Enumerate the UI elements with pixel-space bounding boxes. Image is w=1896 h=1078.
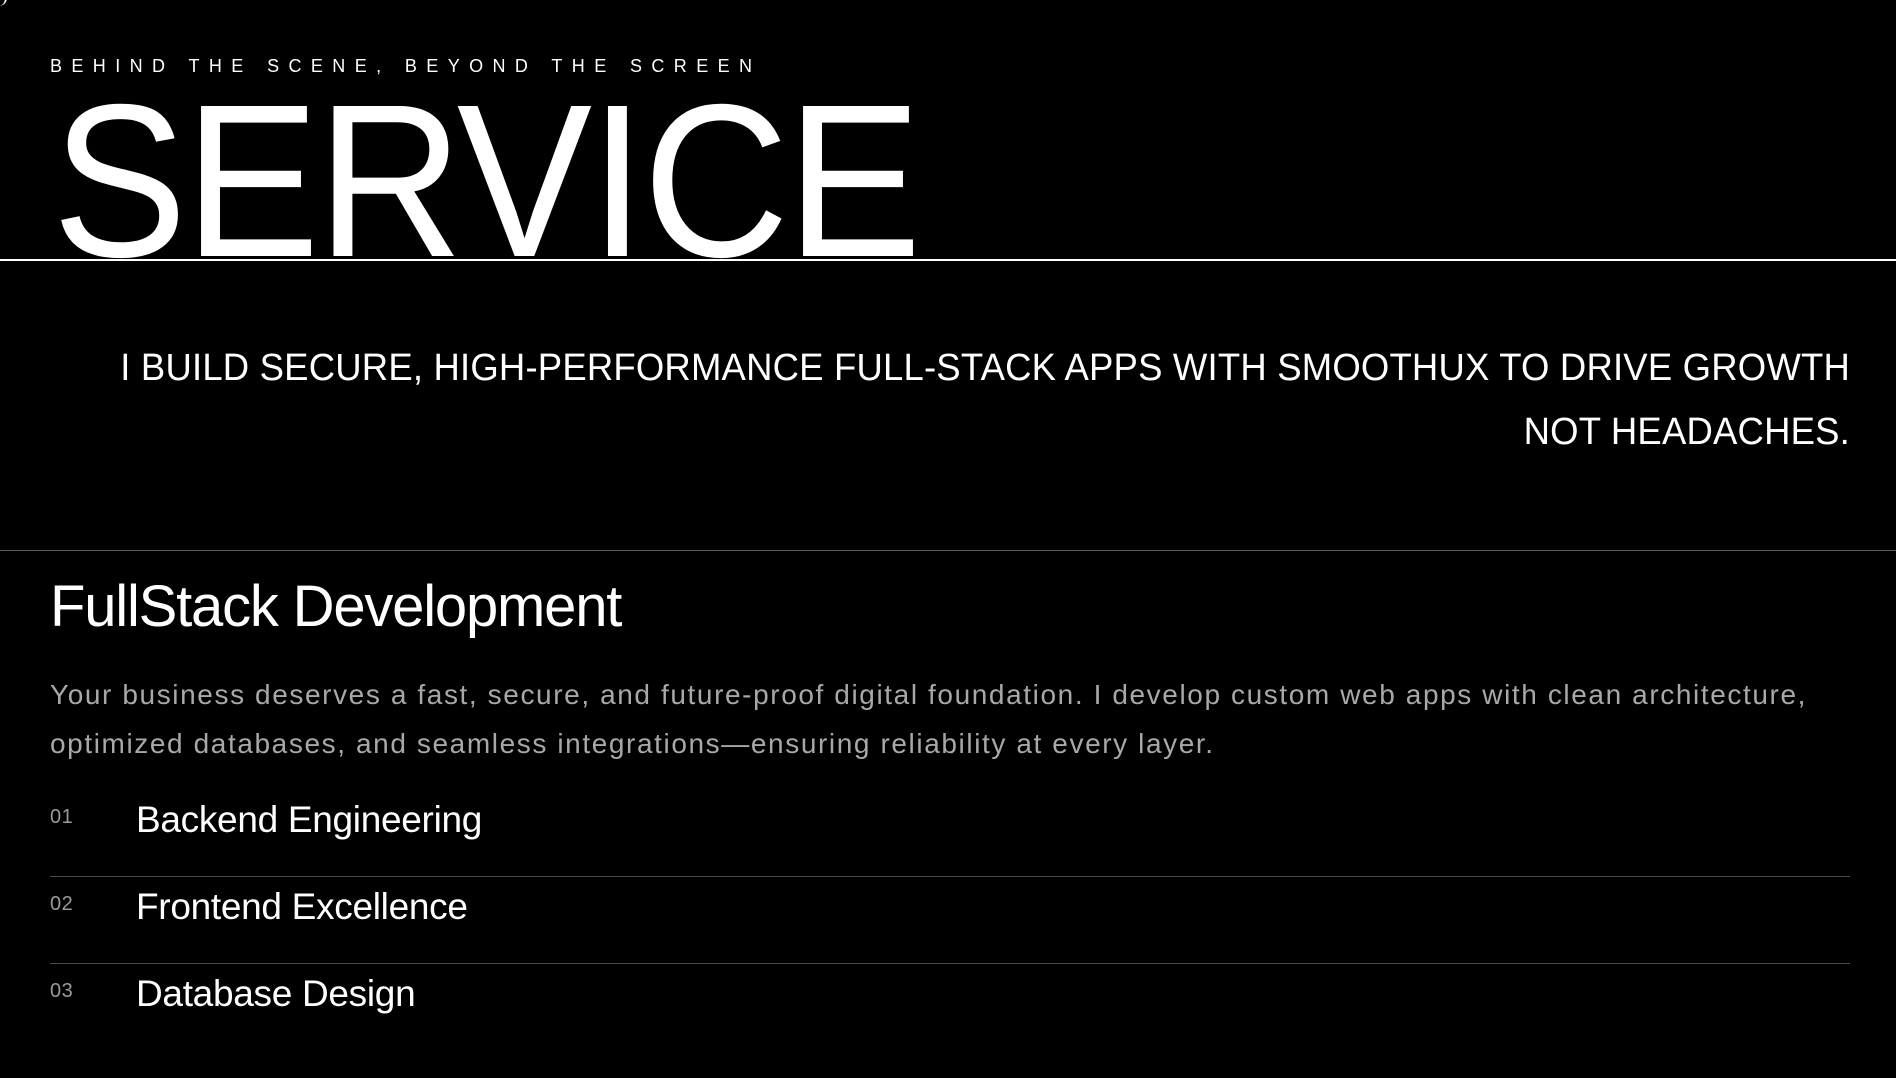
- section-divider: [0, 550, 1896, 551]
- service-description: Your business deserves a fast, secure, a…: [50, 679, 1808, 759]
- hero-title-container: SERVICE: [0, 70, 1896, 261]
- corner-arc-decoration: [0, 0, 7, 6]
- service-item-label: Backend Engineering: [136, 799, 483, 840]
- service-item-number: 01: [50, 806, 74, 828]
- service-list: 01 Backend Engineering 02 Frontend Excel…: [50, 790, 1850, 1050]
- service-item-database[interactable]: 03 Database Design: [50, 964, 1850, 1050]
- hero-divider: [0, 259, 1896, 261]
- service-item-label: Database Design: [136, 973, 416, 1014]
- tagline: I BUILD SECURE, HIGH-PERFORMANCE FULL-ST…: [120, 347, 1850, 453]
- service-item-label: Frontend Excellence: [136, 886, 468, 927]
- page-title: SERVICE: [52, 70, 922, 261]
- service-title: FullStack Development: [50, 574, 622, 639]
- service-item-backend[interactable]: 01 Backend Engineering: [50, 790, 1850, 877]
- service-item-number: 03: [50, 980, 74, 1002]
- service-item-frontend[interactable]: 02 Frontend Excellence: [50, 877, 1850, 964]
- service-item-number: 02: [50, 893, 74, 915]
